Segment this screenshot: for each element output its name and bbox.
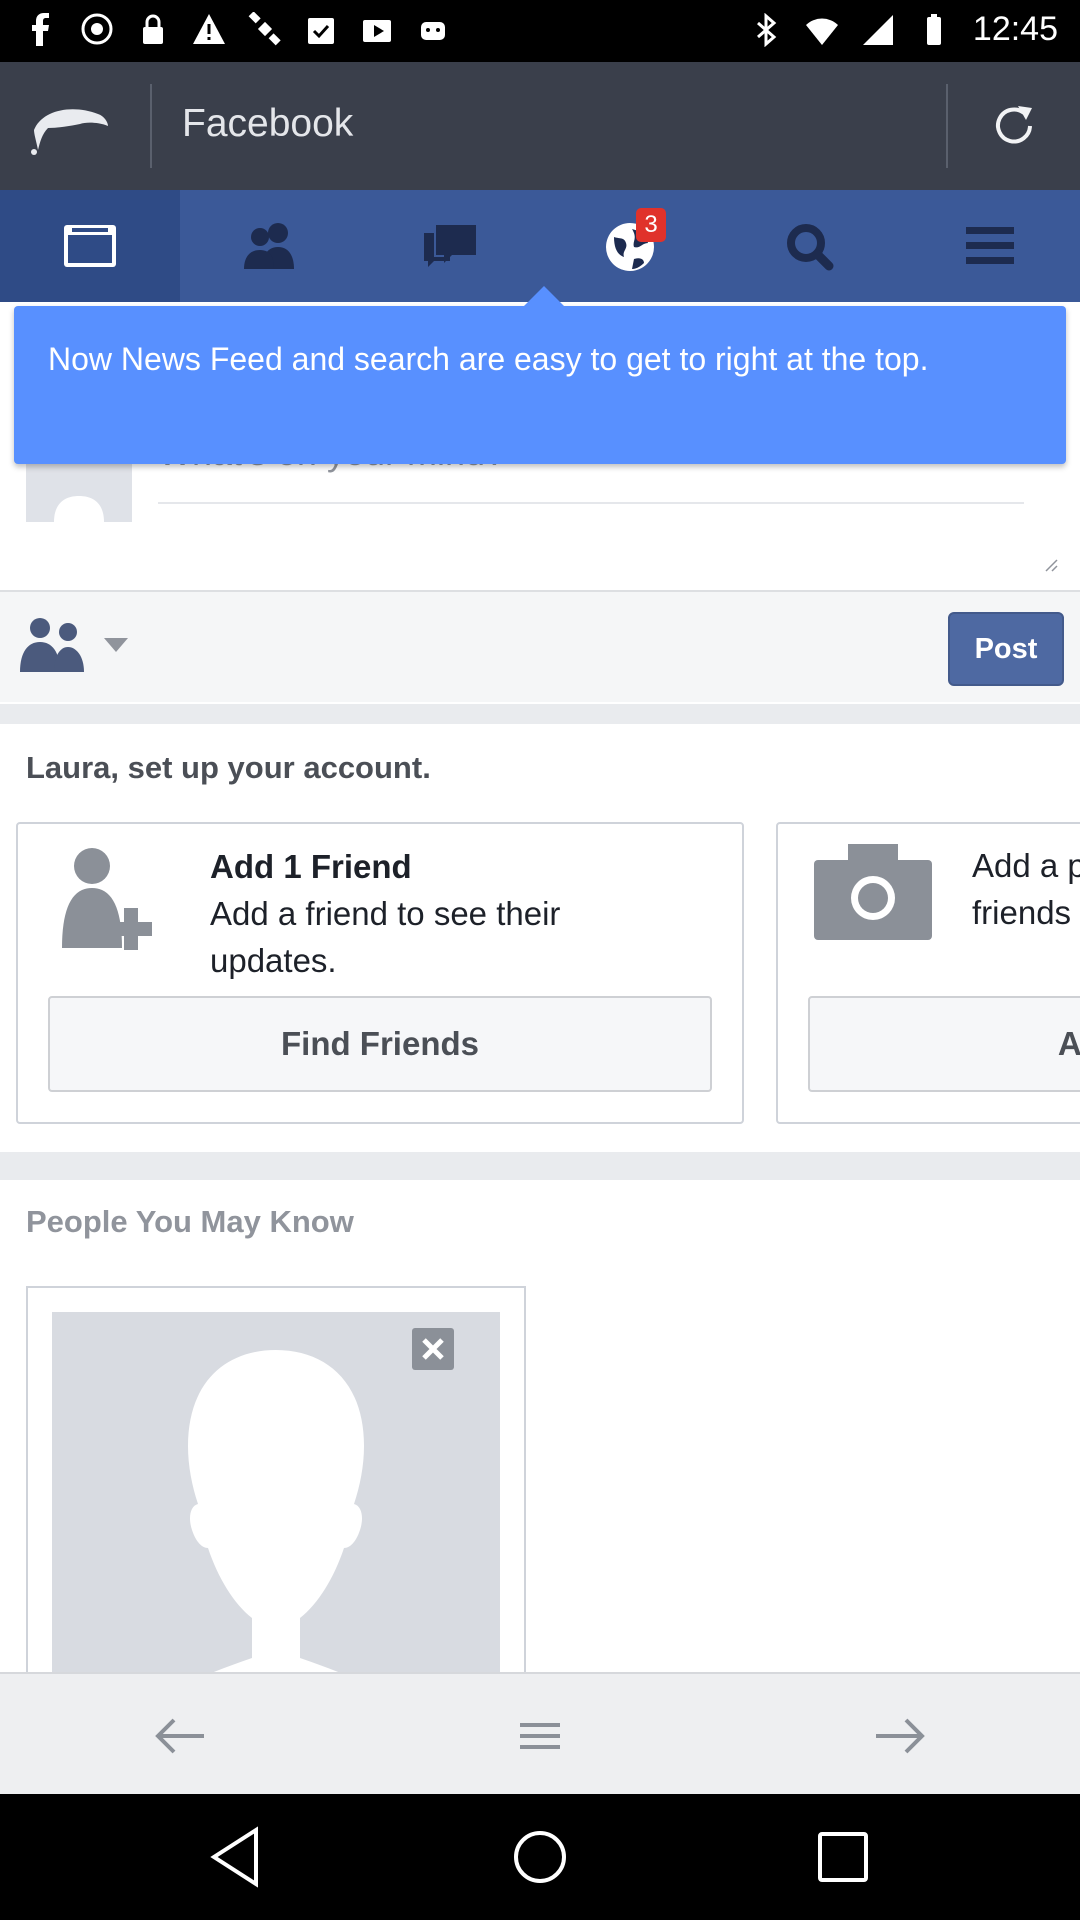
people-you-may-know-title: People You May Know xyxy=(26,1204,354,1239)
wifi-icon xyxy=(805,18,838,45)
clipboard-check-icon xyxy=(308,18,334,44)
messages-icon xyxy=(424,225,476,267)
android-navigation-bar xyxy=(0,1794,1080,1920)
news-feed-page: What's on your mind? Post Laura, set up … xyxy=(0,302,1080,1672)
add-photo-button[interactable]: Ac xyxy=(808,996,1080,1092)
news-feed-icon xyxy=(64,225,116,267)
play-store-icon xyxy=(363,20,391,42)
facebook-icon xyxy=(32,13,49,46)
status-bar: 12:45 xyxy=(0,0,1080,62)
warning-icon xyxy=(193,14,225,44)
tooltip-text: Now News Feed and search are easy to get… xyxy=(48,341,929,377)
composer-actions: Post xyxy=(0,590,1080,702)
back-arrow-icon[interactable] xyxy=(150,1706,210,1766)
bluetooth-icon xyxy=(756,12,777,47)
toolbar-divider xyxy=(150,84,152,168)
toolbar-divider xyxy=(946,84,948,168)
find-friends-button[interactable]: Find Friends xyxy=(48,996,712,1092)
notifications-count-badge: 3 xyxy=(636,208,666,242)
signal-icon xyxy=(862,14,893,45)
tab-news-feed[interactable] xyxy=(0,190,180,302)
friends-icon xyxy=(244,223,294,269)
add-friend-icon xyxy=(62,848,152,950)
tab-messages[interactable] xyxy=(360,190,540,302)
account-setup-title: Laura, set up your account. xyxy=(26,750,431,785)
android-icon xyxy=(421,22,445,40)
dismiss-suggestion-button[interactable] xyxy=(412,1328,454,1370)
search-icon xyxy=(787,224,834,271)
resize-handle-icon[interactable] xyxy=(1044,558,1058,572)
status-bar-notification-icons xyxy=(24,12,450,46)
section-divider xyxy=(0,1152,1080,1180)
browser-bottom-bar xyxy=(0,1672,1080,1794)
tab-search[interactable] xyxy=(720,190,900,302)
add-photo-description: Add a p friends xyxy=(972,847,1080,931)
add-friend-heading: Add 1 Friend xyxy=(210,848,412,885)
battery-icon xyxy=(926,13,941,45)
tab-menu[interactable] xyxy=(900,190,1080,302)
forward-arrow-icon[interactable] xyxy=(870,1706,930,1766)
add-friend-card: Add 1 Friend Add a friend to see their u… xyxy=(16,822,744,1124)
home-icon[interactable] xyxy=(507,1824,573,1890)
composer-underline xyxy=(158,502,1024,504)
add-friend-description: Add a friend to see their updates. xyxy=(210,895,561,979)
close-icon xyxy=(422,1338,444,1360)
section-divider xyxy=(0,704,1080,724)
refresh-icon[interactable] xyxy=(986,98,1042,154)
status-bar-time: 12:45 xyxy=(972,10,1058,48)
menu-icon xyxy=(966,227,1014,264)
post-button[interactable]: Post xyxy=(948,612,1064,686)
navigation-tip-tooltip[interactable]: Now News Feed and search are easy to get… xyxy=(14,286,1066,464)
status-bar-system-icons: 12:45 xyxy=(749,10,1058,49)
back-icon[interactable] xyxy=(204,1824,270,1890)
tooltip-arrow xyxy=(522,286,566,308)
lock-icon xyxy=(143,14,163,44)
tab-notifications[interactable] xyxy=(540,190,720,302)
camera-icon xyxy=(814,844,932,940)
dolphin-browser-icon[interactable] xyxy=(28,92,110,160)
sync-icon xyxy=(81,13,113,45)
chevron-down-icon xyxy=(104,638,128,652)
audience-selector[interactable] xyxy=(18,616,130,672)
browser-page-title[interactable]: Facebook xyxy=(182,102,353,146)
browser-toolbar: Facebook xyxy=(0,62,1080,190)
add-photo-card: Add a p friends Ac xyxy=(776,822,1080,1124)
tab-friends[interactable] xyxy=(180,190,360,302)
friends-audience-icon xyxy=(20,618,84,672)
satellite-icon xyxy=(248,12,281,46)
recent-apps-icon[interactable] xyxy=(810,1824,876,1890)
browser-menu-icon[interactable] xyxy=(510,1706,570,1766)
